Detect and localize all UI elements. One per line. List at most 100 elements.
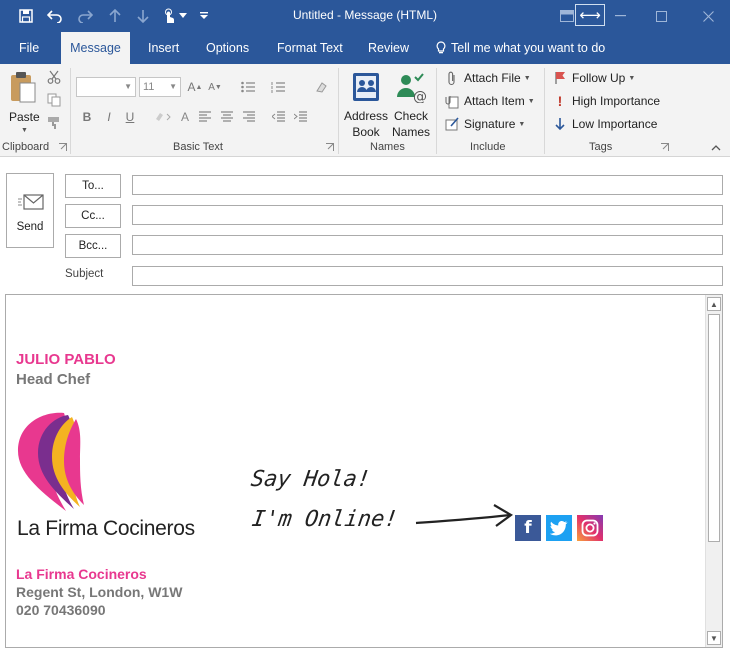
address-book-label-2: Book: [352, 125, 380, 139]
company-logo: [16, 409, 88, 513]
to-field[interactable]: [132, 175, 723, 195]
flag-icon: [552, 70, 568, 86]
signature-address: Regent St, London, W1W: [16, 584, 183, 600]
ribbon-divider: [436, 68, 437, 154]
ribbon-divider: [544, 68, 545, 154]
chevron-down-icon: ▼: [518, 120, 526, 128]
align-center-icon[interactable]: [218, 108, 236, 126]
include-group-label: Include: [470, 141, 506, 153]
numbering-icon[interactable]: [268, 78, 290, 96]
message-body[interactable]: JULIO PABLO Head Chef La Firma Cocineros…: [5, 294, 723, 648]
signature-name: JULIO PABLO: [16, 351, 116, 368]
bold-icon[interactable]: B: [78, 108, 96, 126]
italic-icon[interactable]: I: [100, 108, 118, 126]
send-button[interactable]: Send: [6, 173, 54, 248]
align-right-icon[interactable]: [240, 108, 258, 126]
check-names-label-1: Check: [393, 109, 428, 123]
tags-launcher-icon[interactable]: [660, 142, 670, 152]
clipboard-launcher-icon[interactable]: [58, 142, 68, 152]
low-importance-button[interactable]: Low Importance: [552, 116, 657, 132]
minimize-button[interactable]: [600, 0, 640, 32]
address-book-label-1: Address: [343, 109, 389, 123]
shrink-font-icon[interactable]: A ▼: [206, 78, 224, 96]
copy-icon[interactable]: [46, 92, 62, 108]
tab-file[interactable]: File: [15, 32, 43, 64]
message-header: Send To... Cc... Bcc... Subject: [0, 158, 730, 292]
check-names-icon: @: [395, 71, 427, 106]
grow-font-icon[interactable]: A ▲: [186, 78, 204, 96]
handwriting-say-hola: Say Hola!: [249, 467, 372, 492]
font-size-dropdown[interactable]: 11 ▼: [139, 77, 181, 97]
instagram-icon[interactable]: [577, 515, 603, 541]
scroll-down-icon[interactable]: ▼: [707, 631, 721, 645]
check-names-label-2: Names: [391, 125, 430, 139]
high-importance-button[interactable]: ! High Importance: [552, 93, 660, 109]
attach-item-label: Attach Item: [464, 94, 525, 108]
svg-text:@: @: [413, 89, 427, 103]
twitter-icon[interactable]: [546, 515, 572, 541]
font-name-dropdown[interactable]: ▼: [76, 77, 136, 97]
cc-button[interactable]: Cc...: [65, 204, 121, 228]
chevron-down-icon: ▼: [628, 74, 636, 82]
follow-up-label: Follow Up: [572, 71, 626, 85]
scroll-up-icon[interactable]: ▲: [707, 297, 721, 311]
tab-message[interactable]: Message: [61, 32, 130, 64]
address-book-button[interactable]: Address Book: [343, 68, 389, 139]
attach-file-button[interactable]: Attach File ▼: [444, 70, 531, 86]
facebook-icon[interactable]: f: [515, 515, 541, 541]
bcc-button[interactable]: Bcc...: [65, 234, 121, 258]
chevron-down-icon: ▼: [523, 74, 531, 82]
ribbon: Paste ▼ Clipboard ▼ 11 ▼ A▲ A▼ B I U A: [0, 64, 730, 157]
decrease-indent-icon[interactable]: [270, 108, 288, 126]
ribbon-divider: [70, 68, 71, 154]
bullets-icon[interactable]: [238, 78, 260, 96]
align-left-icon[interactable]: [196, 108, 214, 126]
attach-item-icon: [444, 93, 460, 109]
paste-button[interactable]: Paste ▼: [4, 68, 42, 136]
tab-options[interactable]: Options: [202, 32, 253, 64]
signature-title: Head Chef: [16, 371, 91, 388]
title-bar: Untitled - Message (HTML) ⟷: [0, 0, 730, 32]
check-names-button[interactable]: @ Check Names: [389, 68, 433, 139]
clear-formatting-icon[interactable]: [312, 78, 330, 96]
cut-icon[interactable]: [46, 69, 62, 85]
attach-item-button[interactable]: Attach Item ▼: [444, 93, 535, 109]
tab-insert[interactable]: Insert: [144, 32, 183, 64]
vertical-scrollbar[interactable]: ▲ ▼: [705, 295, 722, 647]
arrow-icon: [414, 501, 514, 530]
format-painter-icon[interactable]: [46, 115, 62, 131]
tab-review[interactable]: Review: [364, 32, 413, 64]
underline-icon[interactable]: U: [121, 108, 139, 126]
subject-field[interactable]: [132, 266, 723, 286]
send-icon: [17, 192, 45, 215]
close-button[interactable]: [688, 0, 728, 32]
collapse-ribbon-icon[interactable]: [708, 140, 724, 156]
bcc-field[interactable]: [132, 235, 723, 255]
tell-me-text: Tell me what you want to do: [451, 41, 606, 55]
clipboard-icon: [9, 71, 37, 106]
tell-me-search[interactable]: Tell me what you want to do: [432, 32, 609, 64]
subject-label: Subject: [65, 268, 104, 280]
chevron-down-icon: ▼: [169, 82, 177, 91]
signature-button[interactable]: Signature ▼: [444, 116, 525, 132]
exclamation-icon: !: [557, 93, 563, 109]
maximize-button[interactable]: [641, 0, 681, 32]
font-size-value: 11: [143, 81, 155, 93]
scroll-thumb[interactable]: [708, 314, 720, 542]
signature-company: La Firma Cocineros: [16, 566, 147, 582]
clipboard-group-label: Clipboard: [2, 141, 50, 153]
cc-field[interactable]: [132, 205, 723, 225]
ribbon-divider: [338, 68, 339, 154]
font-color-icon[interactable]: A: [172, 108, 198, 126]
follow-up-button[interactable]: Follow Up ▼: [552, 70, 635, 86]
handwriting-im-online: I'm Online!: [250, 507, 400, 532]
increase-indent-icon[interactable]: [292, 108, 310, 126]
send-label: Send: [16, 221, 44, 233]
basic-text-launcher-icon[interactable]: [325, 142, 335, 152]
signature-phone: 020 70436090: [16, 602, 106, 618]
names-group-label: Names: [370, 141, 405, 153]
attach-file-label: Attach File: [464, 71, 521, 85]
tab-format-text[interactable]: Format Text: [273, 32, 347, 64]
paste-dropdown-icon: ▼: [21, 127, 28, 134]
to-button[interactable]: To...: [65, 174, 121, 198]
